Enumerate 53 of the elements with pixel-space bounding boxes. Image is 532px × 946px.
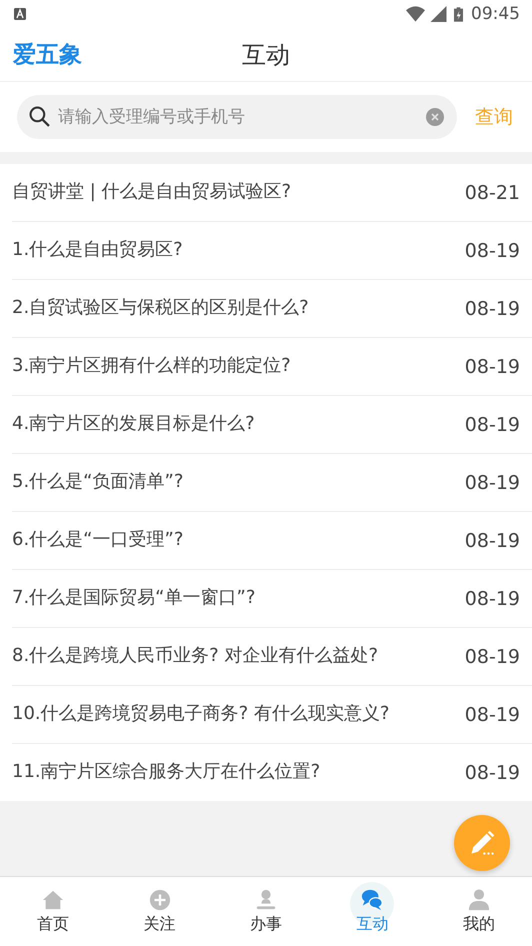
- article-item[interactable]: 7.什么是国际贸易“单一窗口”? 08-19: [12, 570, 532, 628]
- article-item[interactable]: 11.南宁片区综合服务大厅在什么位置? 08-19: [12, 744, 532, 801]
- article-date: 08-19: [464, 530, 520, 552]
- page-title: 互动: [242, 40, 290, 70]
- article-date: 08-19: [464, 588, 520, 610]
- article-title: 1.什么是自由贸易区?: [12, 239, 184, 262]
- article-item[interactable]: 8.什么是跨境人民币业务? 对企业有什么益处? 08-19: [12, 628, 532, 686]
- article-title: 10.什么是跨境贸易电子商务? 有什么现实意义?: [12, 703, 390, 726]
- clear-icon[interactable]: [426, 108, 444, 126]
- article-item[interactable]: 6.什么是“一口受理”? 08-19: [12, 512, 532, 570]
- article-title: 8.什么是跨境人民币业务? 对企业有什么益处?: [12, 645, 380, 668]
- article-item[interactable]: 3.南宁片区拥有什么样的功能定位? 08-19: [12, 338, 532, 396]
- article-date: 08-19: [464, 704, 520, 726]
- article-item[interactable]: 10.什么是跨境贸易电子商务? 有什么现实意义? 08-19: [12, 686, 532, 744]
- plus-circle-icon: [148, 889, 171, 911]
- search-field[interactable]: 请输入受理编号或手机号: [17, 95, 457, 139]
- signal-icon: [429, 6, 448, 22]
- compose-button[interactable]: [454, 815, 510, 871]
- article-title: 6.什么是“一口受理”?: [12, 529, 184, 552]
- chat-icon: [361, 889, 384, 911]
- nav-tab[interactable]: 办事: [212, 877, 320, 946]
- nav-tab[interactable]: 首页: [0, 877, 106, 946]
- article-title: 5.什么是“负面清单”?: [12, 471, 184, 494]
- notification-icon: [14, 8, 26, 20]
- nav-tab[interactable]: 关注: [106, 877, 213, 946]
- article-date: 08-19: [464, 472, 520, 494]
- nav-tab[interactable]: 互动: [319, 877, 426, 946]
- article-date: 08-19: [464, 414, 520, 436]
- battery-icon: [454, 6, 463, 22]
- article-item[interactable]: 自贸讲堂 | 什么是自由贸易试验区? 08-21: [12, 164, 532, 222]
- article-title: 自贸讲堂 | 什么是自由贸易试验区?: [12, 181, 292, 204]
- article-item[interactable]: 2.自贸试验区与保税区的区别是什么? 08-19: [12, 280, 532, 338]
- article-title: 2.自贸试验区与保税区的区别是什么?: [12, 297, 310, 320]
- article-title: 4.南宁片区的发展目标是什么?: [12, 413, 256, 436]
- article-title: 3.南宁片区拥有什么样的功能定位?: [12, 355, 292, 378]
- nav-tab[interactable]: 我的: [426, 877, 532, 946]
- home-icon: [42, 889, 64, 911]
- article-date: 08-19: [464, 646, 520, 668]
- article-date: 08-19: [464, 240, 520, 262]
- wifi-icon: [406, 6, 425, 22]
- person-icon: [468, 889, 490, 911]
- article-date: 08-21: [464, 182, 520, 204]
- app-logo: 爱五象: [13, 41, 82, 70]
- article-date: 08-19: [464, 762, 520, 784]
- article-date: 08-19: [464, 298, 520, 320]
- article-title: 11.南宁片区综合服务大厅在什么位置?: [12, 761, 322, 784]
- article-date: 08-19: [464, 356, 520, 378]
- article-item[interactable]: 5.什么是“负面清单”? 08-19: [12, 454, 532, 512]
- article-title: 7.什么是国际贸易“单一窗口”?: [12, 587, 256, 610]
- stamp-icon: [255, 889, 278, 911]
- status-time: 09:45: [471, 4, 520, 24]
- article-item[interactable]: 1.什么是自由贸易区? 08-19: [12, 222, 532, 280]
- article-item[interactable]: 4.南宁片区的发展目标是什么? 08-19: [12, 396, 532, 454]
